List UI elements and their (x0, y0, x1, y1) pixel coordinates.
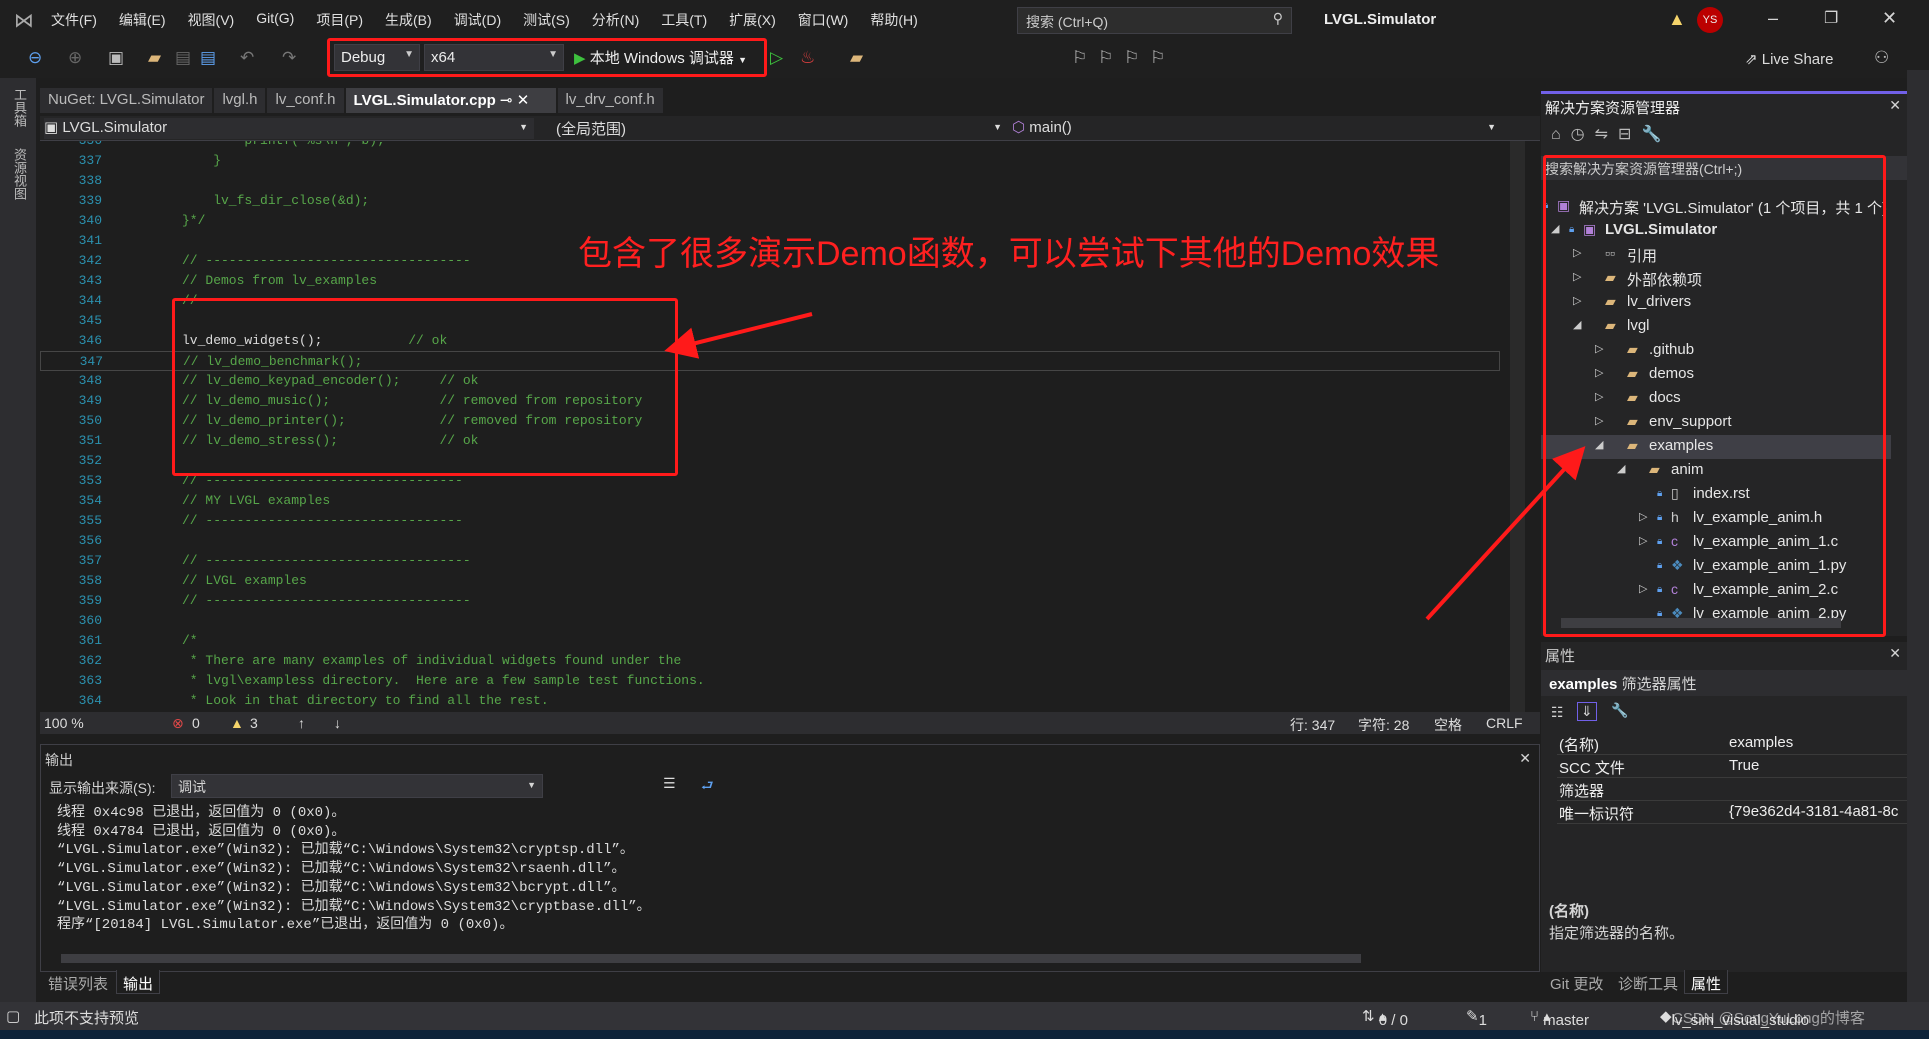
arrow-to-code (664, 312, 813, 359)
annotation-arrows (664, 312, 1586, 621)
arrow-to-tree (1425, 446, 1586, 621)
